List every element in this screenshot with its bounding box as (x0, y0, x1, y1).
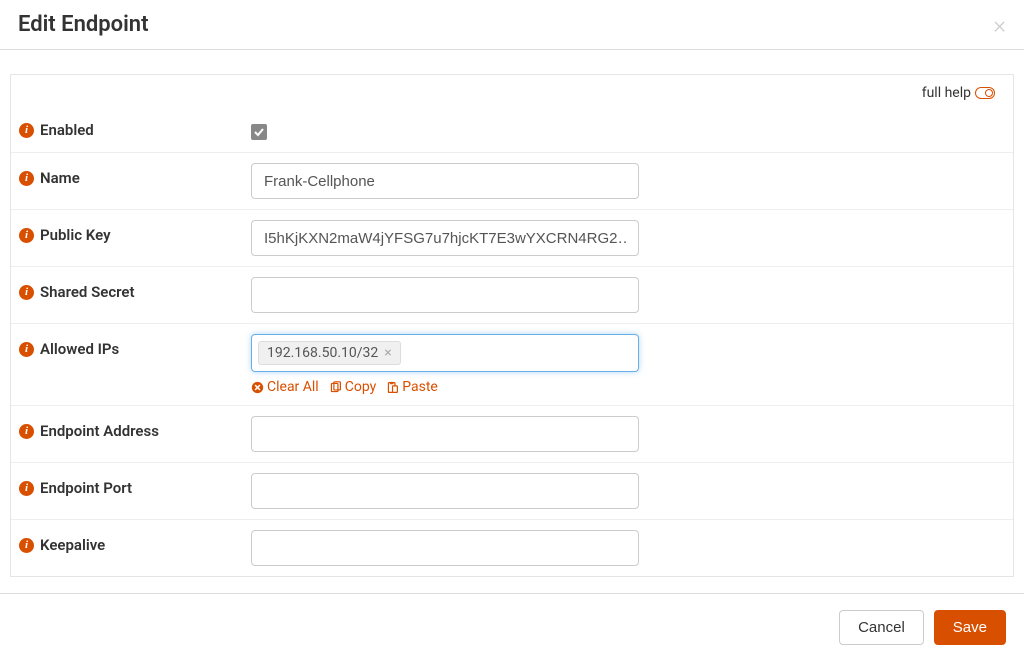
label-allowed-ips: i Allowed IPs (19, 334, 251, 358)
label-text: Public Key (40, 226, 111, 244)
row-endpoint-port: i Endpoint Port (11, 463, 1013, 520)
clear-icon (251, 381, 264, 394)
copy-text: Copy (345, 379, 377, 395)
row-public-key: i Public Key (11, 210, 1013, 267)
endpoint-address-input[interactable] (251, 416, 639, 452)
info-icon[interactable]: i (19, 228, 34, 243)
close-icon[interactable]: × (993, 13, 1006, 37)
label-text: Enabled (40, 121, 94, 139)
clear-all-text: Clear All (267, 379, 319, 395)
enabled-checkbox[interactable] (251, 124, 267, 140)
modal-title: Edit Endpoint (18, 12, 148, 37)
label-endpoint-port: i Endpoint Port (19, 473, 251, 497)
cancel-button[interactable]: Cancel (839, 610, 924, 645)
row-shared-secret: i Shared Secret (11, 267, 1013, 324)
enabled-control (251, 121, 267, 142)
shared-secret-input[interactable] (251, 277, 639, 313)
label-text: Allowed IPs (40, 340, 119, 358)
paste-button[interactable]: Paste (386, 379, 438, 395)
label-endpoint-address: i Endpoint Address (19, 416, 251, 440)
ip-tag[interactable]: 192.168.50.10/32 × (258, 341, 401, 365)
info-icon[interactable]: i (19, 171, 34, 186)
header-divider (0, 49, 1024, 50)
save-button[interactable]: Save (934, 610, 1006, 645)
ip-tag-text: 192.168.50.10/32 (267, 345, 378, 361)
info-icon[interactable]: i (19, 285, 34, 300)
label-public-key: i Public Key (19, 220, 251, 244)
paste-icon (386, 381, 399, 394)
label-text: Keepalive (40, 536, 105, 554)
label-enabled: i Enabled (19, 121, 251, 139)
form-container: i Enabled i Name i Public Key i Shared S (10, 111, 1014, 577)
label-keepalive: i Keepalive (19, 530, 251, 554)
check-icon (253, 126, 265, 138)
label-text: Name (40, 169, 80, 187)
row-enabled: i Enabled (11, 111, 1013, 153)
modal-header: Edit Endpoint × (0, 0, 1024, 49)
info-icon[interactable]: i (19, 123, 34, 138)
allowed-ips-input[interactable]: 192.168.50.10/32 × (251, 334, 639, 372)
row-name: i Name (11, 153, 1013, 210)
full-help-label: full help (922, 85, 971, 101)
full-help-toggle-icon[interactable] (975, 87, 995, 99)
clear-all-button[interactable]: Clear All (251, 379, 319, 395)
label-name: i Name (19, 163, 251, 187)
info-icon[interactable]: i (19, 424, 34, 439)
info-icon[interactable]: i (19, 481, 34, 496)
name-input[interactable] (251, 163, 639, 199)
paste-text: Paste (402, 379, 438, 395)
copy-icon (329, 381, 342, 394)
label-shared-secret: i Shared Secret (19, 277, 251, 301)
tag-actions: Clear All Copy Paste (251, 379, 639, 395)
copy-button[interactable]: Copy (329, 379, 377, 395)
endpoint-port-input[interactable] (251, 473, 639, 509)
help-bar: full help (10, 74, 1014, 111)
info-icon[interactable]: i (19, 342, 34, 357)
public-key-input[interactable] (251, 220, 639, 256)
row-allowed-ips: i Allowed IPs 192.168.50.10/32 × Clear A… (11, 324, 1013, 406)
label-text: Endpoint Port (40, 479, 132, 497)
label-text: Shared Secret (40, 283, 135, 301)
keepalive-input[interactable] (251, 530, 639, 566)
modal-footer: Cancel Save (0, 593, 1024, 661)
info-icon[interactable]: i (19, 538, 34, 553)
row-endpoint-address: i Endpoint Address (11, 406, 1013, 463)
row-keepalive: i Keepalive (11, 520, 1013, 576)
tag-remove-icon[interactable]: × (384, 345, 391, 361)
label-text: Endpoint Address (40, 422, 159, 440)
